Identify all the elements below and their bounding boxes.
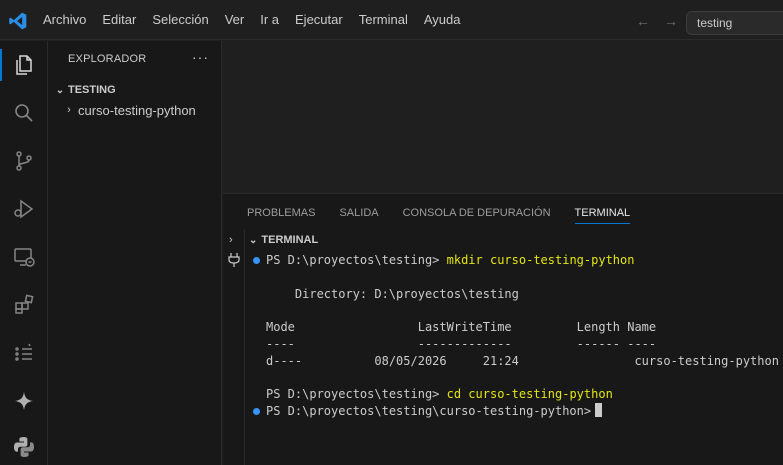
source-control-button[interactable]: [0, 141, 48, 181]
search-icon: [15, 104, 33, 122]
chevron-right-icon: ›: [67, 104, 71, 116]
menu-bar: Archivo Editar Selección Ver Ir a Ejecut…: [35, 0, 468, 40]
workspace-label: TESTING: [68, 84, 116, 96]
remote-explorer-button[interactable]: [0, 237, 48, 277]
workspace-section[interactable]: ⌄ TESTING: [52, 79, 116, 101]
remote-explorer-icon: [14, 248, 35, 267]
command-status-dot-icon: [253, 257, 260, 264]
prompt-text: PS D:\proyectos\testing\curso-testing-py…: [266, 404, 592, 419]
chevron-right-icon[interactable]: ›: [229, 234, 233, 246]
terminal-section-header[interactable]: ⌄ TERMINAL: [249, 230, 318, 250]
extensions-button[interactable]: [0, 285, 48, 325]
explorer-sidebar: EXPLORADOR ··· ⌄ TESTING › curso-testing…: [48, 41, 222, 465]
source-control-icon: [16, 151, 32, 171]
more-actions-icon[interactable]: ···: [192, 49, 209, 65]
output-text: d---- 08/05/2026 21:24 curso-testing-pyt…: [266, 353, 779, 368]
tab-salida[interactable]: SALIDA: [327, 194, 390, 230]
testing-button[interactable]: [0, 333, 48, 373]
explorer-button[interactable]: [0, 45, 48, 85]
title-bar: Archivo Editar Selección Ver Ir a Ejecut…: [0, 0, 783, 40]
terminal-output[interactable]: PS D:\proyectos\testing> mkdir curso-tes…: [253, 252, 783, 420]
forward-arrow-icon[interactable]: →: [664, 13, 678, 29]
extensions-icon: [15, 294, 34, 314]
tab-consola-depuracion[interactable]: CONSOLA DE DEPURACIÓN: [391, 194, 563, 230]
terminal-cursor: [595, 403, 603, 418]
terminal-section-title: TERMINAL: [261, 234, 319, 246]
menu-ayuda[interactable]: Ayuda: [416, 0, 469, 40]
vscode-logo-icon: [9, 12, 27, 30]
output-text: Directory: D:\proyectos\testing: [266, 286, 519, 301]
run-debug-icon: [14, 199, 34, 219]
terminal-line: PS D:\proyectos\testing\curso-testing-py…: [253, 403, 783, 420]
menu-terminal[interactable]: Terminal: [351, 0, 416, 40]
back-arrow-icon[interactable]: ←: [636, 13, 650, 29]
command-text: mkdir curso-testing-python: [446, 253, 635, 267]
bottom-panel: PROBLEMAS SALIDA CONSOLA DE DEPURACIÓN T…: [223, 193, 783, 465]
run-debug-button[interactable]: [0, 189, 48, 229]
folder-label: curso-testing-python: [78, 102, 196, 118]
output-text: Mode LastWriteTime Length Name: [266, 320, 657, 335]
terminal-line: ---- ------------- ------ ----: [253, 336, 783, 353]
plug-icon[interactable]: [227, 252, 241, 268]
command-center-search[interactable]: testing: [686, 11, 783, 35]
menu-seleccion[interactable]: Selección: [144, 0, 216, 40]
terminal-line: PS D:\proyectos\testing> mkdir curso-tes…: [253, 252, 783, 269]
command-status-dot-icon: [253, 391, 260, 398]
prompt-text: PS D:\proyectos\testing>: [266, 253, 447, 267]
tab-problemas[interactable]: PROBLEMAS: [235, 194, 327, 230]
python-icon: [14, 437, 34, 457]
terminal-side-column: ›: [223, 230, 245, 465]
copilot-button[interactable]: [0, 381, 48, 421]
menu-editar[interactable]: Editar: [94, 0, 144, 40]
menu-ejecutar[interactable]: Ejecutar: [287, 0, 351, 40]
navigation-arrows: ← →: [636, 13, 678, 29]
terminal-line: PS D:\proyectos\testing> cd curso-testin…: [253, 386, 783, 403]
menu-ver[interactable]: Ver: [217, 0, 253, 40]
output-text: ---- ------------- ------ ----: [266, 336, 657, 351]
menu-ir-a[interactable]: Ir a: [252, 0, 287, 40]
testing-list-icon: [15, 343, 32, 361]
search-button[interactable]: [0, 93, 48, 133]
terminal-line: Directory: D:\proyectos\testing: [253, 286, 783, 303]
sparkle-icon: [15, 392, 33, 410]
activity-bar: [0, 41, 48, 465]
command-status-dot-icon: [253, 408, 260, 416]
files-icon: [16, 55, 32, 75]
editor-area[interactable]: [223, 41, 783, 193]
chevron-down-icon: ⌄: [55, 84, 65, 96]
terminal-line: d---- 08/05/2026 21:24 curso-testing-pyt…: [253, 353, 783, 370]
python-button[interactable]: [0, 427, 48, 465]
tab-terminal[interactable]: TERMINAL: [563, 194, 643, 230]
terminal-line: Mode LastWriteTime Length Name: [253, 319, 783, 336]
menu-archivo[interactable]: Archivo: [35, 0, 94, 40]
chevron-down-icon: ⌄: [249, 234, 258, 246]
panel-tabs: PROBLEMAS SALIDA CONSOLA DE DEPURACIÓN T…: [235, 194, 642, 230]
command-text: cd curso-testing-python: [446, 387, 613, 402]
sidebar-title: EXPLORADOR: [68, 53, 147, 65]
folder-item[interactable]: › curso-testing-python: [60, 99, 196, 121]
prompt-text: PS D:\proyectos\testing>: [266, 387, 447, 402]
